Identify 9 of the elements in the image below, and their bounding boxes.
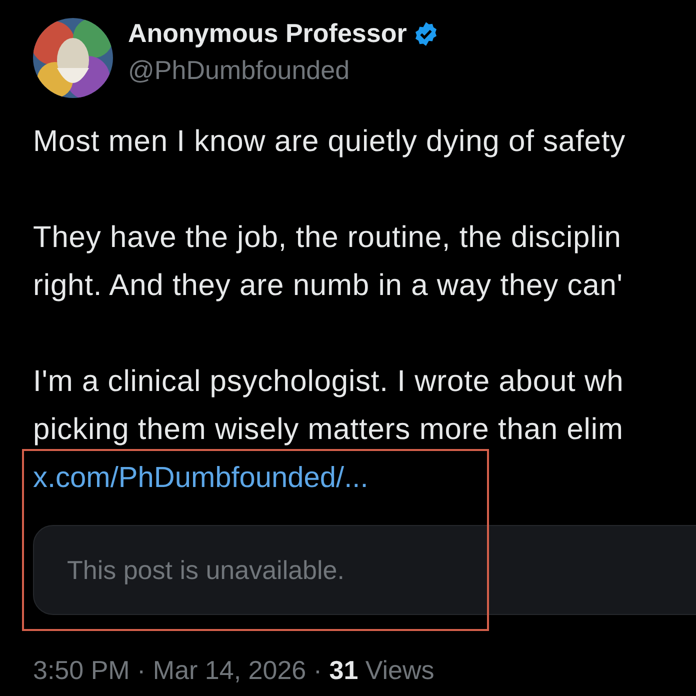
author-name[interactable]: Anonymous Professor: [128, 18, 407, 49]
quoted-post-card[interactable]: This post is unavailable.: [33, 525, 696, 615]
post-paragraph: I'm a clinical psychologist. I wrote about wh picking them wisely matters more than elim: [33, 364, 625, 448]
post-paragraph: Most men I know are quietly dying of safety: [33, 124, 626, 160]
post-paragraph: They have the job, the routine, the disciplin right. And they are numb in a way they can': [33, 220, 624, 304]
author-handle[interactable]: @PhDumbfounded: [128, 55, 439, 86]
post-link[interactable]: x.com/PhDumbfounded/...: [33, 454, 368, 502]
post-timestamp-views: 3:50 PM · Mar 14, 2026 · 31 Views: [33, 655, 436, 686]
unavailable-message: This post is unavailable.: [67, 554, 344, 586]
